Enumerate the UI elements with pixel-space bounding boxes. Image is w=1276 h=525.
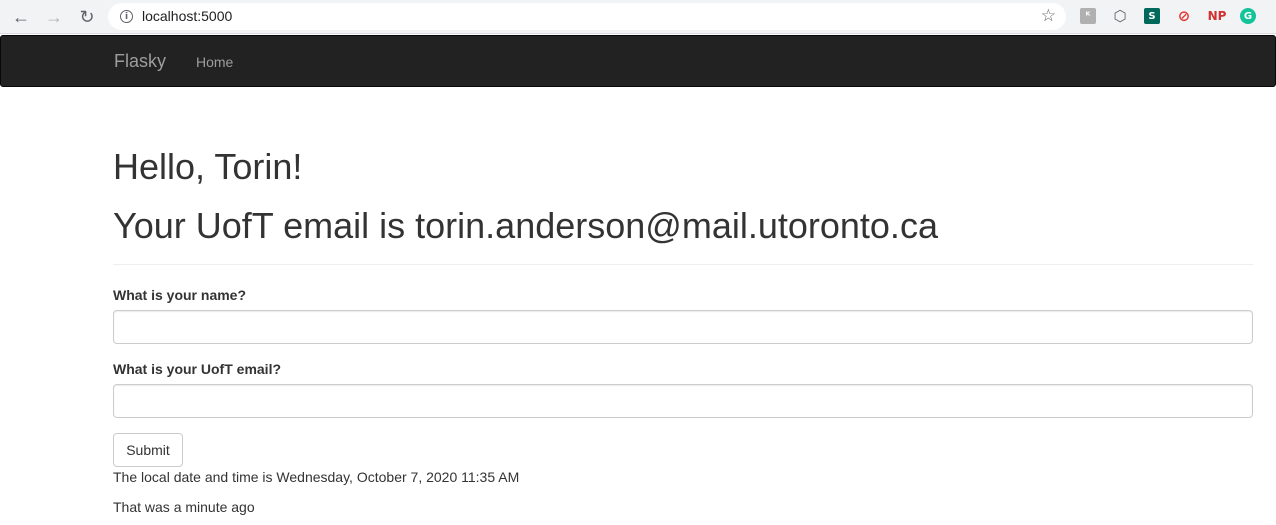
grammarly-icon[interactable]: G: [1240, 8, 1256, 24]
name-input[interactable]: [113, 310, 1253, 344]
email-label: What is your UofT email?: [113, 361, 282, 377]
navbar: Flasky Home: [0, 35, 1276, 87]
submit-button[interactable]: Submit: [113, 433, 183, 467]
email-heading: Your UofT email is torin.anderson@mail.u…: [113, 205, 938, 246]
back-arrow-icon[interactable]: ←: [10, 6, 32, 28]
divider: [113, 264, 1253, 265]
info-icon[interactable]: i: [120, 10, 133, 23]
greeting-heading: Hello, Torin!: [113, 146, 303, 187]
url-text[interactable]: localhost:5000: [142, 8, 232, 24]
local-time-text: The local date and time is Wednesday, Oc…: [113, 469, 520, 485]
nav-home-link[interactable]: Home: [196, 54, 233, 70]
address-bar[interactable]: i localhost:5000 ☆: [108, 3, 1066, 30]
extension-np-icon[interactable]: NP: [1206, 8, 1228, 24]
browser-toolbar: ← → ↻ i localhost:5000 ☆ ᴷ ⬡ S ⊘ NP G: [0, 0, 1276, 34]
relative-time-text: That was a minute ago: [113, 499, 255, 515]
extension-3-icon[interactable]: S: [1144, 8, 1160, 24]
extension-1-icon[interactable]: ᴷ: [1080, 8, 1096, 24]
name-label: What is your name?: [113, 287, 247, 303]
email-input[interactable]: [113, 384, 1253, 418]
extension-2-icon[interactable]: ⬡: [1112, 7, 1128, 25]
forward-arrow-icon[interactable]: →: [43, 6, 65, 28]
navbar-brand[interactable]: Flasky: [114, 51, 166, 72]
reload-icon[interactable]: ↻: [76, 6, 98, 28]
extension-4-icon[interactable]: ⊘: [1176, 7, 1192, 25]
bookmark-star-icon[interactable]: ☆: [1041, 6, 1056, 26]
